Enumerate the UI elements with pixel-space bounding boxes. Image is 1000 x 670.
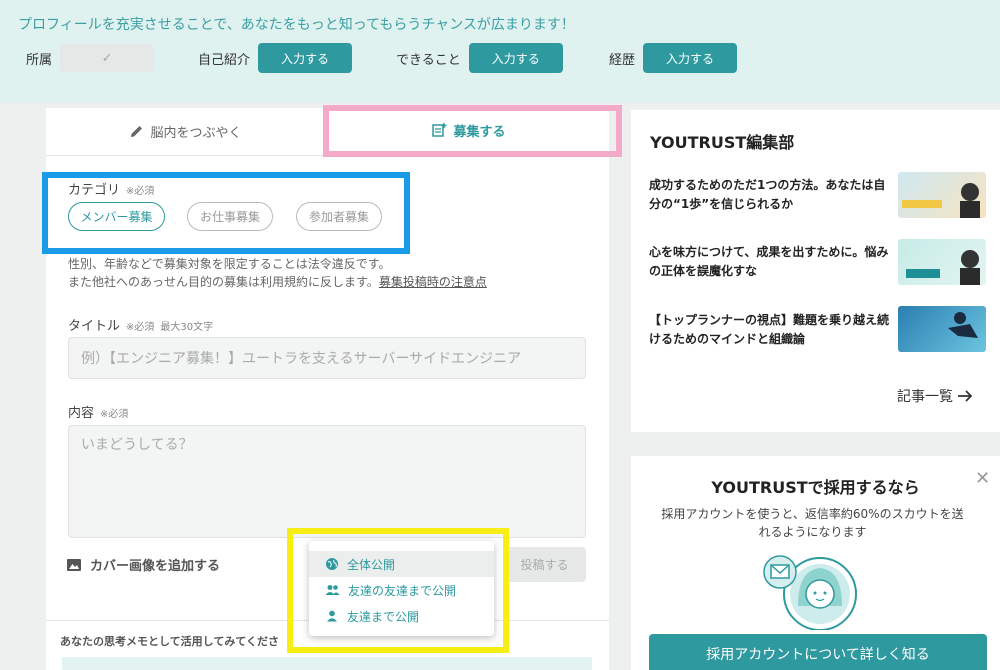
check-icon: ✓ [101,50,113,66]
profile-item-career: 経歴 入力する [609,43,738,73]
article-thumbnail[interactable] [898,239,986,285]
highlight-recruit-tab [323,105,622,157]
title-input[interactable]: 例）【エンジニア募集！】ユートラを支えるサーバーサイドエンジニア [68,337,586,379]
career-label: 経歴 [609,52,636,68]
image-icon [67,558,81,571]
article-item[interactable]: 成功するためのただ1つの方法。あなたは自分の“1歩”を信じられるか [649,176,889,214]
content-label: 内容 ※必須 [68,406,129,421]
profile-item-intro: 自己紹介 入力する [198,43,353,73]
intro-label: 自己紹介 [198,52,251,68]
highlight-category [42,172,410,254]
memo-hint: あなたの思考メモとして活用してみてくださ [60,635,280,648]
content-textarea[interactable]: いまどうしてる？ [68,425,586,538]
arrow-right-icon [958,390,973,402]
close-icon[interactable]: ✕ [975,468,990,489]
article-item[interactable]: 心を味方につけて、成果を出すために。悩みの正体を誤魔化すな [649,243,889,281]
profile-banner: プロフィールを充実させることで、あなたをもっと知ってもらうチャンスが広まります！… [0,0,1000,103]
article-list-link[interactable]: 記事一覧 [897,386,973,406]
skills-label: できること [396,52,461,68]
intro-input-button[interactable]: 入力する [258,43,353,73]
hire-title: YOUTRUSTで採用するなら [711,478,920,497]
notice-link[interactable]: 募集投稿時の注意点 [379,275,487,289]
article-item[interactable]: 【トップランナーの視点】難題を乗り越え続けるためのマインドと組織論 [649,311,889,349]
profile-item-skills: できること 入力する [396,43,563,73]
legal-notice: 性別、年齢などで募集対象を限定することは法令違反です。 また他社へのあっせん目的… [68,257,487,289]
profile-item-affiliation: 所属 ✓ [26,44,155,72]
affiliation-label: 所属 [26,52,53,68]
tab-tweet[interactable]: 脳内をつぶやく [46,108,326,154]
skills-input-button[interactable]: 入力する [468,43,563,73]
editorial-title: YOUTRUST編集部 [650,133,795,152]
pencil-icon [131,126,143,137]
scout-illustration [763,555,857,630]
post-button[interactable]: 投稿する [503,547,586,582]
career-input-button[interactable]: 入力する [643,43,738,73]
add-cover-button[interactable]: カバー画像を追加する [66,555,220,574]
hire-account-button[interactable]: 採用アカウントについて詳しく知る [649,634,987,670]
highlight-visibility [287,528,509,653]
title-label: タイトル ※必須 最大30文字 [68,319,214,334]
banner-message: プロフィールを充実させることで、あなたをもっと知ってもらうチャンスが広まります！ [18,17,575,33]
tab-tweet-label: 脳内をつぶやく [150,125,242,141]
article-thumbnail[interactable] [898,172,986,218]
hire-description: 採用アカウントを使うと、返信率約60%のスカウトを送 れるようになります [661,507,964,539]
memo-illustration [62,657,592,670]
affiliation-done-button[interactable]: ✓ [60,44,155,72]
article-thumbnail[interactable] [898,306,986,352]
